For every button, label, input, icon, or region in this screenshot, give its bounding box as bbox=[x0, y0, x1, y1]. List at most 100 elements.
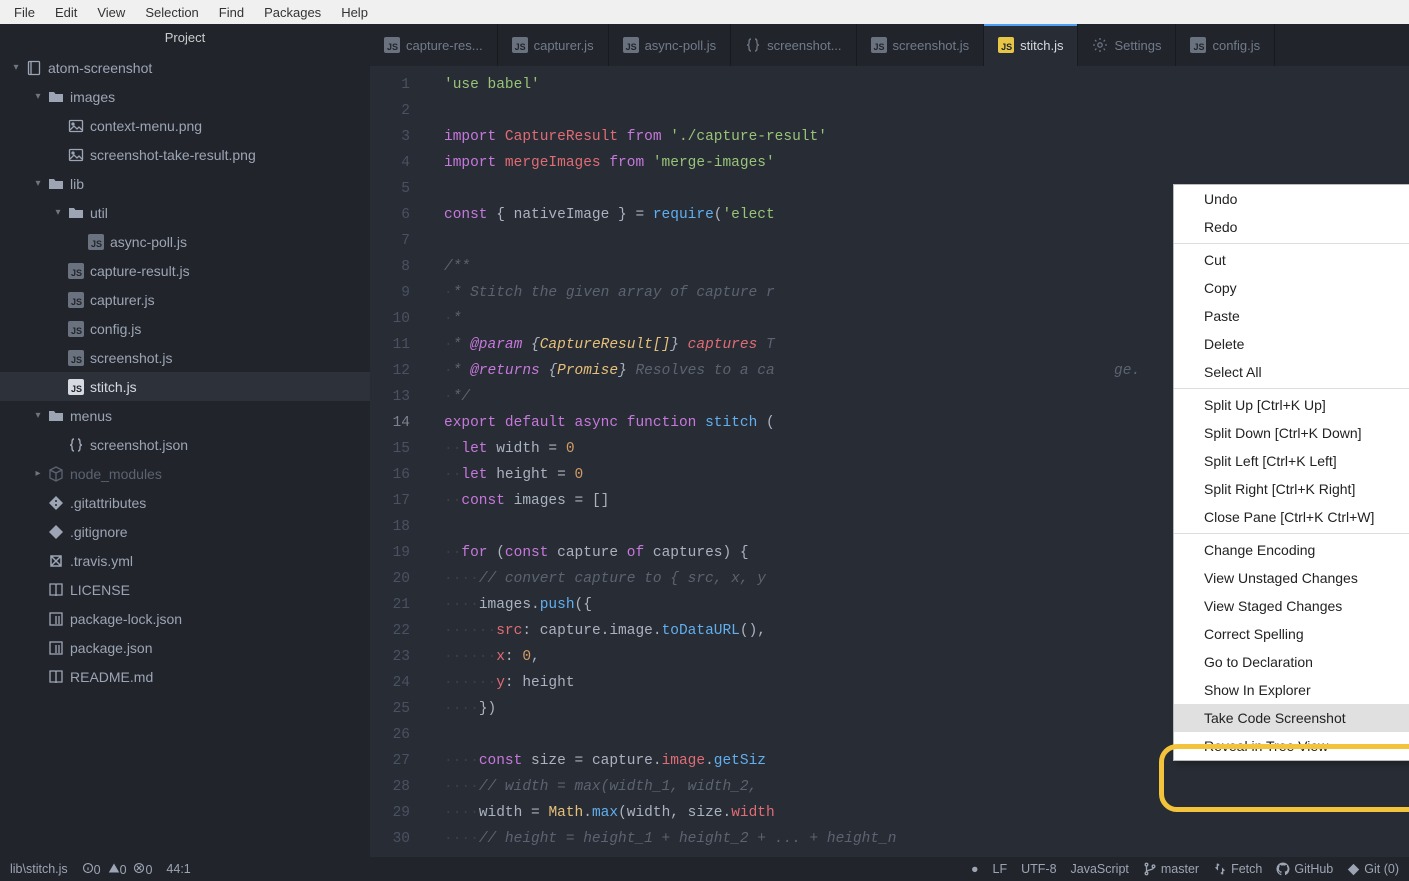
menu-item-split-down-ctrl-k-down-[interactable]: Split Down [Ctrl+K Down] bbox=[1174, 419, 1409, 447]
status-path[interactable]: lib\stitch.js bbox=[10, 862, 68, 876]
project-tree: ▾ atom-screenshot ▾ images context-menu.… bbox=[0, 53, 370, 691]
main-area: Project ▾ atom-screenshot ▾ images conte… bbox=[0, 24, 1409, 857]
menu-item-reveal-in-tree-view[interactable]: Reveal in Tree ViewCtrl+Shift+\ bbox=[1174, 732, 1409, 760]
info-icon bbox=[82, 862, 94, 874]
js-icon: JS bbox=[66, 321, 86, 337]
menu-view[interactable]: View bbox=[87, 3, 135, 22]
status-cursor[interactable]: 44:1 bbox=[166, 862, 190, 876]
menu-item-close-pane-ctrl-k-ctrl-w-[interactable]: Close Pane [Ctrl+K Ctrl+W] bbox=[1174, 503, 1409, 531]
tab-capturer-js[interactable]: JScapturer.js bbox=[498, 24, 609, 66]
menu-file[interactable]: File bbox=[4, 3, 45, 22]
status-fetch[interactable]: Fetch bbox=[1213, 862, 1262, 876]
menu-item-change-encoding[interactable]: Change EncodingCtrl+Shift+U bbox=[1174, 536, 1409, 564]
menu-edit[interactable]: Edit bbox=[45, 3, 87, 22]
menu-item-take-code-screenshot[interactable]: Take Code Screenshot bbox=[1174, 704, 1409, 732]
menu-item-go-to-declaration[interactable]: Go to Declaration bbox=[1174, 648, 1409, 676]
tree-file[interactable]: JS capture-result.js bbox=[0, 256, 370, 285]
tree-file[interactable]: package.json bbox=[0, 633, 370, 662]
menu-item-label: Change Encoding bbox=[1204, 542, 1315, 558]
tree-folder-node-modules[interactable]: ▸ node_modules bbox=[0, 459, 370, 488]
tab-stitch-js[interactable]: JS stitch.js bbox=[984, 24, 1078, 66]
tree-label: screenshot.js bbox=[90, 350, 172, 366]
menu-item-split-up-ctrl-k-up-[interactable]: Split Up [Ctrl+K Up] bbox=[1174, 391, 1409, 419]
menu-find[interactable]: Find bbox=[209, 3, 254, 22]
menu-item-label: Undo bbox=[1204, 191, 1237, 207]
tree-file[interactable]: .travis.yml bbox=[0, 546, 370, 575]
menu-item-label: Paste bbox=[1204, 308, 1240, 324]
tree-folder-menus[interactable]: ▾ menus bbox=[0, 401, 370, 430]
tree-file[interactable]: screenshot-take-result.png bbox=[0, 140, 370, 169]
menu-item-select-all[interactable]: Select AllCtrl+A bbox=[1174, 358, 1409, 386]
tab-async-poll-js[interactable]: JSasync-poll.js bbox=[609, 24, 732, 66]
menu-item-label: Split Right [Ctrl+K Right] bbox=[1204, 481, 1355, 497]
menu-item-label: Redo bbox=[1204, 219, 1237, 235]
tree-label: atom-screenshot bbox=[48, 60, 152, 76]
tree-file[interactable]: JS screenshot.js bbox=[0, 343, 370, 372]
menu-item-label: Show In Explorer bbox=[1204, 682, 1311, 698]
tree-file[interactable]: LICENSE bbox=[0, 575, 370, 604]
tab-capture-res-[interactable]: JScapture-res... bbox=[370, 24, 498, 66]
status-modified: ● bbox=[971, 862, 979, 876]
tab-screenshot-js[interactable]: JSscreenshot.js bbox=[857, 24, 985, 66]
js-icon: JS bbox=[998, 37, 1014, 53]
menu-item-undo[interactable]: UndoCtrl+Z bbox=[1174, 185, 1409, 213]
folder-icon bbox=[46, 89, 66, 105]
tree-file[interactable]: context-menu.png bbox=[0, 111, 370, 140]
menu-help[interactable]: Help bbox=[331, 3, 378, 22]
tree-folder-images[interactable]: ▾ images bbox=[0, 82, 370, 111]
status-info-count: 0 bbox=[94, 863, 101, 877]
tree-label: lib bbox=[70, 176, 84, 192]
menu-item-cut[interactable]: CutCtrl+X bbox=[1174, 246, 1409, 274]
sidebar: Project ▾ atom-screenshot ▾ images conte… bbox=[0, 24, 370, 857]
tree-file[interactable]: .gitattributes bbox=[0, 488, 370, 517]
tree-file[interactable]: README.md bbox=[0, 662, 370, 691]
menu-item-show-in-explorer[interactable]: Show In Explorer bbox=[1174, 676, 1409, 704]
menu-item-paste[interactable]: PasteCtrl+V bbox=[1174, 302, 1409, 330]
menu-item-label: Split Down [Ctrl+K Down] bbox=[1204, 425, 1362, 441]
menu-item-view-unstaged-changes[interactable]: View Unstaged Changes bbox=[1174, 564, 1409, 592]
tab-label: screenshot... bbox=[767, 38, 841, 53]
menu-packages[interactable]: Packages bbox=[254, 3, 331, 22]
status-git[interactable]: Git (0) bbox=[1347, 862, 1399, 876]
menu-item-label: View Unstaged Changes bbox=[1204, 570, 1358, 586]
menu-item-split-left-ctrl-k-left-[interactable]: Split Left [Ctrl+K Left] bbox=[1174, 447, 1409, 475]
status-eol[interactable]: LF bbox=[993, 862, 1008, 876]
menu-item-delete[interactable]: DeleteDel bbox=[1174, 330, 1409, 358]
menu-item-label: Close Pane [Ctrl+K Ctrl+W] bbox=[1204, 509, 1374, 525]
tree-folder-util[interactable]: ▾ util bbox=[0, 198, 370, 227]
tree-label: config.js bbox=[90, 321, 141, 337]
status-branch[interactable]: master bbox=[1143, 862, 1199, 876]
tree-label: LICENSE bbox=[70, 582, 130, 598]
menu-item-copy[interactable]: CopyCtrl+C bbox=[1174, 274, 1409, 302]
tree-folder-lib[interactable]: ▾ lib bbox=[0, 169, 370, 198]
tree-label: async-poll.js bbox=[110, 234, 187, 250]
tree-file[interactable]: screenshot.json bbox=[0, 430, 370, 459]
js-icon: JS bbox=[512, 37, 528, 53]
tree-file[interactable]: package-lock.json bbox=[0, 604, 370, 633]
tree-file[interactable]: .gitignore bbox=[0, 517, 370, 546]
tree-file[interactable]: JS config.js bbox=[0, 314, 370, 343]
status-github[interactable]: GitHub bbox=[1276, 862, 1333, 876]
status-encoding[interactable]: UTF-8 bbox=[1021, 862, 1056, 876]
npm-icon bbox=[46, 611, 66, 627]
status-branch-label: master bbox=[1161, 862, 1199, 876]
tab-label: stitch.js bbox=[1020, 38, 1063, 53]
tab-screenshot-[interactable]: screenshot... bbox=[731, 24, 856, 66]
book-icon bbox=[46, 582, 66, 598]
menu-selection[interactable]: Selection bbox=[135, 3, 208, 22]
tab-settings[interactable]: Settings bbox=[1078, 24, 1176, 66]
tree-root[interactable]: ▾ atom-screenshot bbox=[0, 53, 370, 82]
tree-file-active[interactable]: JS stitch.js bbox=[0, 372, 370, 401]
menu-item-correct-spelling[interactable]: Correct SpellingCtrl+Shift+; bbox=[1174, 620, 1409, 648]
status-language[interactable]: JavaScript bbox=[1071, 862, 1129, 876]
status-left: lib\stitch.js 0 0 0 44:1 bbox=[10, 862, 191, 877]
tab-config-js[interactable]: JSconfig.js bbox=[1176, 24, 1275, 66]
tree-file[interactable]: JS capturer.js bbox=[0, 285, 370, 314]
menu-item-redo[interactable]: RedoCtrl+Y bbox=[1174, 213, 1409, 241]
folder-icon bbox=[46, 176, 66, 192]
npm-icon bbox=[46, 640, 66, 656]
status-diagnostics[interactable]: 0 0 0 bbox=[82, 862, 153, 877]
menu-item-view-staged-changes[interactable]: View Staged Changes bbox=[1174, 592, 1409, 620]
menu-item-split-right-ctrl-k-right-[interactable]: Split Right [Ctrl+K Right] bbox=[1174, 475, 1409, 503]
tree-file[interactable]: JS async-poll.js bbox=[0, 227, 370, 256]
